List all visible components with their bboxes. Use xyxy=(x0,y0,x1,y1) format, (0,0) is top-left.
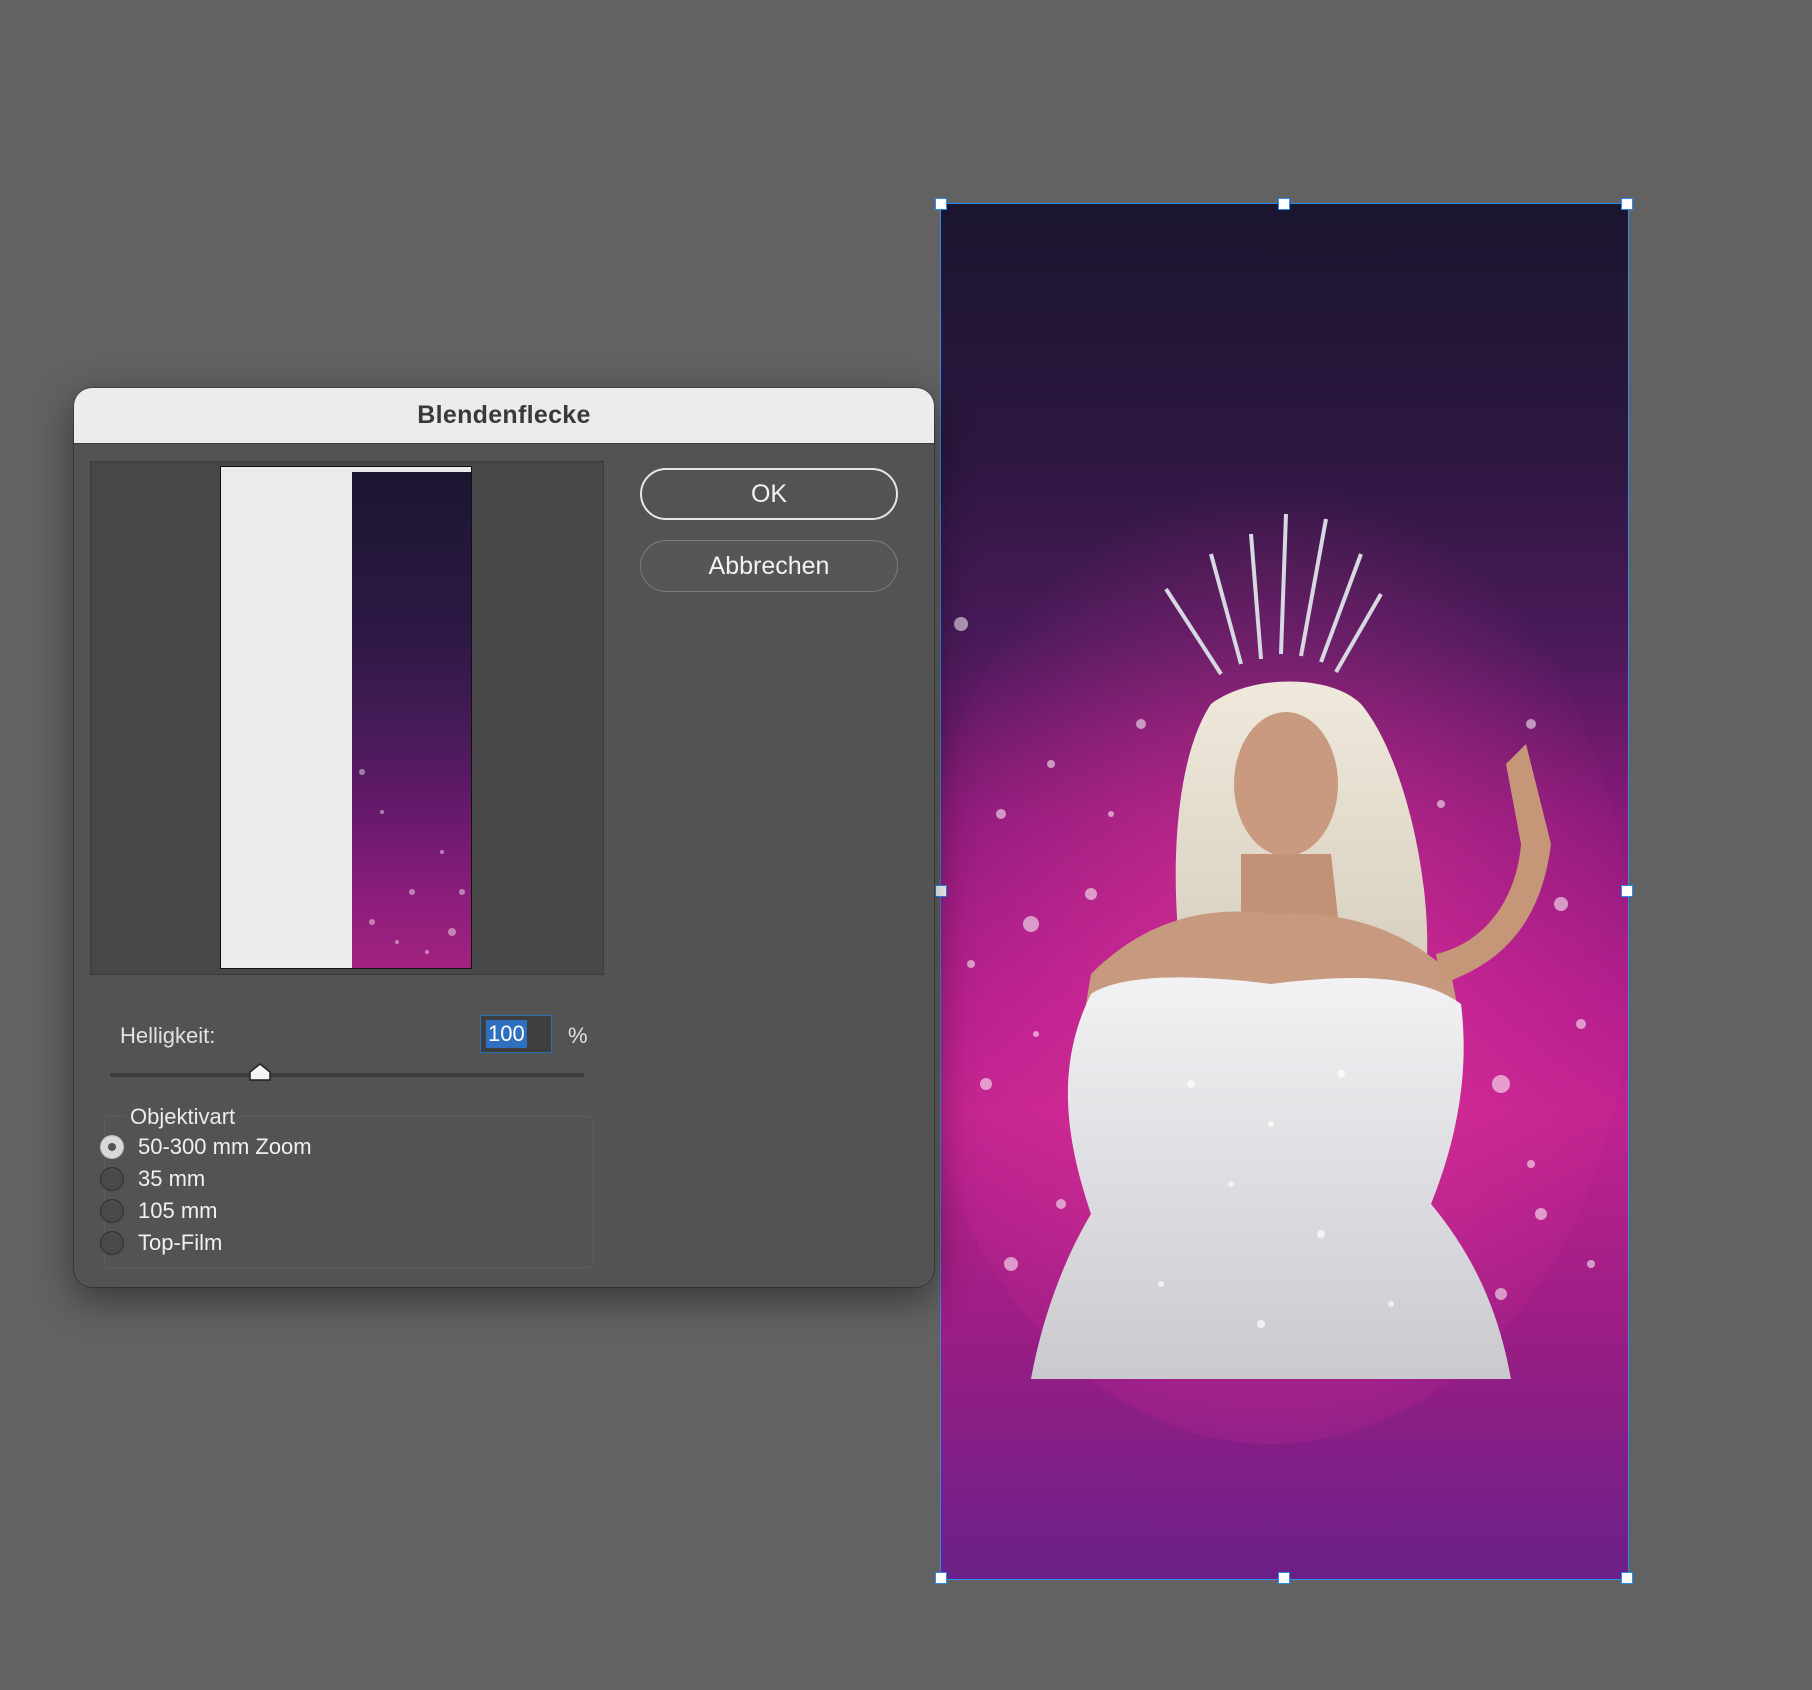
transform-handle-bottom-right[interactable] xyxy=(1621,1572,1633,1584)
dialog-title: Blendenflecke xyxy=(417,401,591,429)
portrait-illustration xyxy=(941,484,1628,1444)
brightness-slider-track[interactable] xyxy=(110,1073,584,1077)
lens-option-label: 105 mm xyxy=(138,1198,218,1223)
lens-type-group-title: Objektivart xyxy=(126,1104,240,1130)
lens-flare-dialog: Blendenflecke OK Abbrechen Helligkeit: 1… xyxy=(74,388,934,1287)
brightness-input[interactable]: 100 xyxy=(480,1015,552,1053)
radio-button[interactable] xyxy=(100,1231,124,1255)
preview-image-strip xyxy=(352,472,471,968)
transform-handle-top-center[interactable] xyxy=(1278,198,1290,210)
transform-handle-middle-left[interactable] xyxy=(935,885,947,897)
radio-button[interactable] xyxy=(100,1135,124,1159)
ok-button[interactable]: OK xyxy=(640,468,898,520)
transform-handle-middle-right[interactable] xyxy=(1621,885,1633,897)
lens-option-35mm[interactable]: 35 mm xyxy=(100,1164,205,1194)
canvas-workspace[interactable]: Blendenflecke OK Abbrechen Helligkeit: 1… xyxy=(0,0,1812,1690)
brightness-slider-thumb[interactable] xyxy=(249,1063,271,1081)
lens-option-label: Top-Film xyxy=(138,1230,223,1255)
brightness-unit: % xyxy=(568,1023,588,1048)
lens-option-top-film[interactable]: Top-Film xyxy=(100,1228,222,1258)
transform-handle-bottom-center[interactable] xyxy=(1278,1572,1290,1584)
transform-handle-top-left[interactable] xyxy=(935,198,947,210)
lens-option-label: 35 mm xyxy=(138,1166,206,1191)
cancel-button[interactable]: Abbrechen xyxy=(640,540,898,592)
transform-handle-top-right[interactable] xyxy=(1621,198,1633,210)
lens-option-50-300mm[interactable]: 50-300 mm Zoom xyxy=(100,1132,312,1162)
brightness-value: 100 xyxy=(486,1020,527,1048)
radio-button[interactable] xyxy=(100,1199,124,1223)
flare-preview[interactable] xyxy=(90,461,604,975)
brightness-label: Helligkeit: xyxy=(120,1023,216,1048)
preview-thumbnail[interactable] xyxy=(220,466,472,969)
lens-option-label: 50-300 mm Zoom xyxy=(138,1134,312,1159)
lens-option-105mm[interactable]: 105 mm xyxy=(100,1196,217,1226)
transform-handle-bottom-left[interactable] xyxy=(935,1572,947,1584)
dialog-titlebar[interactable]: Blendenflecke xyxy=(74,388,934,444)
document-image[interactable] xyxy=(941,204,1628,1579)
radio-button[interactable] xyxy=(100,1167,124,1191)
